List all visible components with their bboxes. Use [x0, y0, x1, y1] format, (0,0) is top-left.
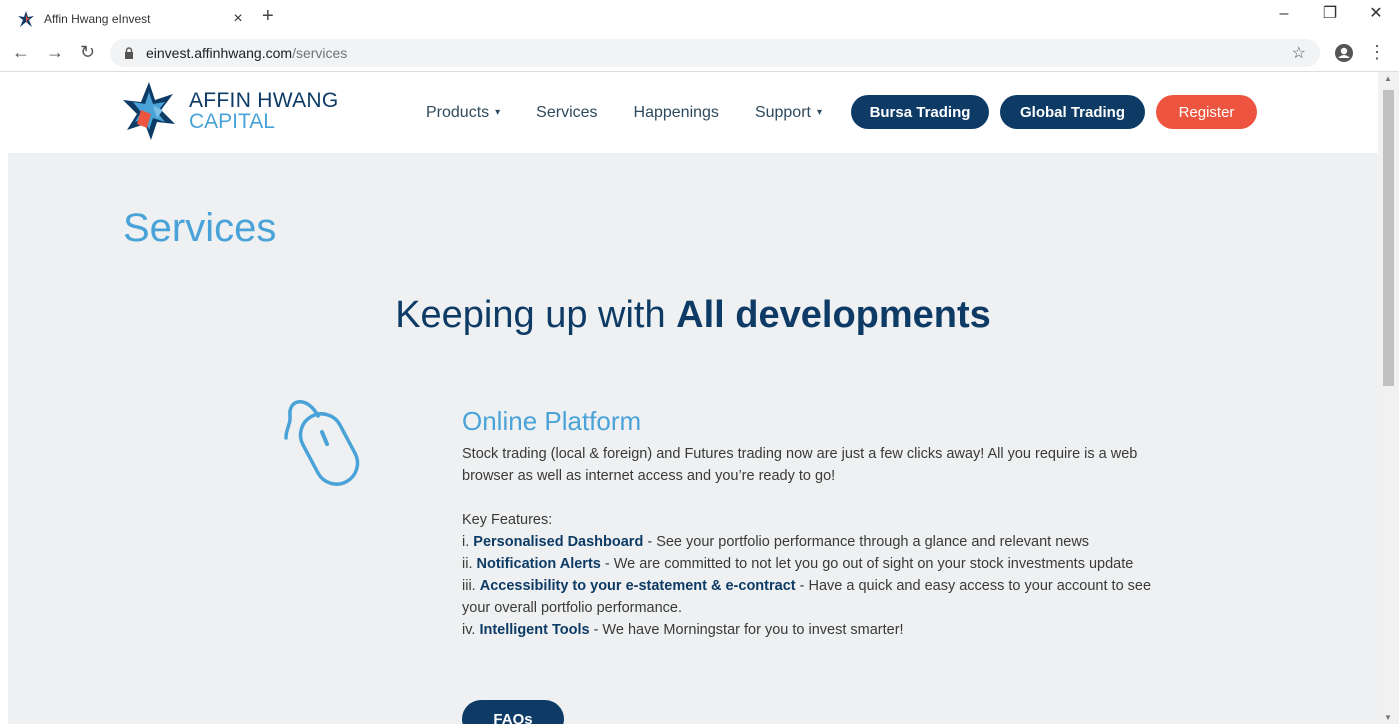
feature-item: i. Personalised Dashboard - See your por… — [462, 531, 1162, 553]
main-nav: Products ▾ Services Happenings Support ▾ — [426, 72, 858, 153]
feature-name: Notification Alerts — [476, 556, 601, 572]
feature-desc: - We have Morningstar for you to invest … — [589, 622, 904, 638]
page-scrollbar[interactable]: ▲ ▼ — [1378, 72, 1399, 724]
headline: Keeping up with All developments — [8, 294, 1378, 337]
scroll-up-arrow-icon[interactable]: ▲ — [1384, 74, 1392, 83]
tab-close-icon[interactable]: × — [228, 10, 248, 28]
section-intro: Stock trading (local & foreign) and Futu… — [462, 446, 1138, 484]
bookmark-star-icon[interactable]: ☆ — [1292, 43, 1306, 63]
online-platform-section: Online Platform Stock trading (local & f… — [462, 406, 1162, 641]
logo-text: AFFIN HWANG CAPITAL — [189, 90, 339, 132]
feature-prefix: iv. — [462, 622, 480, 638]
section-title: Online Platform — [462, 406, 642, 436]
feature-name: Personalised Dashboard — [473, 534, 644, 550]
logo-line2: CAPITAL — [189, 110, 275, 133]
feature-item: ii. Notification Alerts - We are committ… — [462, 553, 1162, 575]
new-tab-button[interactable]: + — [262, 5, 274, 28]
address-bar[interactable]: einvest.affinhwang.com/services ☆ — [110, 39, 1320, 67]
url-text: einvest.affinhwang.com/services — [146, 45, 347, 61]
feature-item: iv. Intelligent Tools - We have Mornings… — [462, 619, 1162, 641]
feature-name: Accessibility to your e-statement & e-co… — [479, 578, 796, 594]
nav-support[interactable]: Support ▾ — [755, 104, 822, 122]
browser-tabbar: Affin Hwang eInvest × + – ❐ ✕ — [0, 0, 1399, 34]
key-features-label: Key Features: — [462, 512, 553, 528]
global-trading-button[interactable]: Global Trading — [1000, 95, 1145, 129]
site-header: AFFIN HWANG CAPITAL Products ▾ Services H… — [8, 72, 1378, 153]
reload-icon[interactable]: ↻ — [80, 42, 95, 63]
window-controls: – ❐ ✕ — [1261, 0, 1399, 30]
register-button[interactable]: Register — [1156, 95, 1257, 129]
minimize-button[interactable]: – — [1261, 0, 1307, 30]
lock-icon — [125, 47, 133, 59]
url-path: /services — [292, 45, 348, 61]
chevron-down-icon: ▾ — [495, 107, 501, 118]
feature-prefix: i. — [462, 534, 474, 550]
site-favicon-icon — [18, 11, 34, 27]
feature-desc: - See your portfolio performance through… — [643, 534, 1090, 550]
feature-name: Intelligent Tools — [479, 622, 590, 638]
feature-prefix: ii. — [462, 556, 477, 572]
scrollbar-thumb[interactable] — [1383, 90, 1394, 386]
tab-title: Affin Hwang eInvest — [44, 12, 151, 26]
page-viewport: AFFIN HWANG CAPITAL Products ▾ Services H… — [8, 72, 1378, 724]
menu-kebab-icon[interactable]: ⋮ — [1368, 42, 1386, 63]
restore-button[interactable]: ❐ — [1307, 0, 1353, 30]
feature-prefix: iii. — [462, 578, 480, 594]
nav-services[interactable]: Services — [536, 104, 597, 122]
close-window-button[interactable]: ✕ — [1353, 0, 1399, 30]
faqs-button[interactable]: FAQs — [462, 700, 564, 724]
logo-line1: AFFIN HWANG — [189, 89, 339, 112]
back-arrow-icon[interactable]: ← — [12, 42, 30, 63]
logo-star-icon — [123, 82, 175, 140]
feature-item: iii. Accessibility to your e-statement &… — [462, 575, 1162, 619]
forward-arrow-icon[interactable]: → — [46, 42, 64, 63]
profile-icon[interactable] — [1334, 43, 1354, 63]
nav-products-label: Products — [426, 103, 490, 121]
computer-mouse-icon — [284, 400, 360, 486]
chevron-down-icon: ▾ — [816, 107, 823, 118]
nav-products[interactable]: Products ▾ — [426, 104, 500, 122]
browser-tab[interactable]: Affin Hwang eInvest × — [6, 4, 254, 34]
nav-support-label: Support — [754, 103, 811, 121]
browser-toolbar: ← → ↻ einvest.affinhwang.com/services ☆ … — [0, 34, 1399, 72]
scroll-down-arrow-icon[interactable]: ▼ — [1384, 713, 1392, 722]
logo[interactable]: AFFIN HWANG CAPITAL — [121, 80, 339, 142]
page-title: Services — [123, 206, 277, 250]
nav-happenings[interactable]: Happenings — [634, 104, 719, 122]
headline-bold: All developments — [676, 294, 991, 336]
feature-desc: - We are committed to not let you go out… — [600, 556, 1134, 572]
bursa-trading-button[interactable]: Bursa Trading — [851, 95, 989, 129]
url-host: einvest.affinhwang.com — [146, 45, 293, 61]
headline-light: Keeping up with — [395, 294, 677, 336]
